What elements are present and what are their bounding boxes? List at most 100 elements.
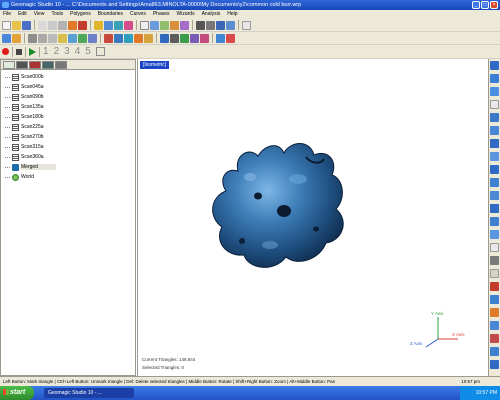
reset-view-icon[interactable] [490, 360, 499, 369]
clip-icon[interactable] [490, 334, 499, 343]
minimize-button[interactable]: _ [472, 1, 480, 9]
view-normal-icon[interactable] [490, 243, 499, 252]
redo-icon[interactable] [48, 33, 57, 43]
menu-boundaries[interactable]: Boundaries [98, 10, 123, 19]
points-icon[interactable] [94, 20, 103, 30]
record-icon[interactable] [2, 48, 9, 55]
fill-holes-icon[interactable] [104, 33, 113, 43]
close-button[interactable]: × [490, 1, 498, 9]
play-icon[interactable] [29, 47, 36, 56]
menu-tools[interactable]: Tools [51, 10, 63, 19]
tree-item-scan135a[interactable]: Scan135a [5, 102, 135, 112]
tab-display[interactable] [16, 61, 28, 69]
view-cube2-icon[interactable] [490, 165, 499, 174]
decimate-icon[interactable] [134, 33, 143, 43]
tree-item-scan270b[interactable]: Scan270b [5, 132, 135, 142]
zoom-icon[interactable] [140, 20, 149, 30]
delete-icon[interactable] [28, 33, 37, 43]
menu-curves[interactable]: Curves [130, 10, 146, 19]
rotate-icon[interactable] [150, 20, 159, 30]
view-icon[interactable] [180, 20, 189, 30]
print-icon[interactable] [206, 20, 215, 30]
macro-slot-1[interactable]: 1 [43, 46, 49, 57]
tree-item-merged[interactable]: Merged [5, 162, 135, 172]
view-bottom-icon[interactable] [490, 100, 499, 109]
view-cube-icon[interactable] [490, 152, 499, 161]
save-icon[interactable] [22, 20, 31, 30]
curvature-icon[interactable] [190, 33, 199, 43]
wireframe-icon[interactable] [170, 33, 179, 43]
view-top-icon[interactable] [490, 87, 499, 96]
tree-item-scan000b[interactable]: Scan000b [5, 72, 135, 82]
tree-item-world[interactable]: World [5, 172, 135, 182]
tab-view[interactable] [42, 61, 54, 69]
view-cube4-icon[interactable] [490, 191, 499, 200]
window-icon[interactable] [226, 20, 235, 30]
menu-polygons[interactable]: Polygons [70, 10, 91, 19]
macro-slot-4[interactable]: 4 [75, 46, 81, 57]
menu-help[interactable]: Help [227, 10, 237, 19]
tree-item-scan225a[interactable]: Scan225a [5, 122, 135, 132]
lasso-tool-icon[interactable] [78, 20, 87, 30]
shade-icon[interactable] [490, 295, 499, 304]
menu-analysis[interactable]: Analysis [202, 10, 221, 19]
pan-icon[interactable] [160, 20, 169, 30]
open-folder-icon[interactable] [12, 20, 21, 30]
view-back-icon[interactable] [490, 74, 499, 83]
menu-file[interactable]: File [3, 10, 11, 19]
undo-icon[interactable] [38, 33, 47, 43]
stop-icon[interactable] [16, 48, 22, 55]
help-icon[interactable] [242, 20, 251, 30]
paste-icon[interactable] [58, 20, 67, 30]
deviation-icon[interactable] [200, 33, 209, 43]
lighting-icon[interactable] [2, 33, 11, 43]
view-right-icon[interactable] [490, 126, 499, 135]
section-icon[interactable] [490, 347, 499, 356]
menu-wizards[interactable]: Wizards [177, 10, 195, 19]
fashion-icon[interactable] [124, 20, 133, 30]
refine-icon[interactable] [144, 33, 153, 43]
view-cube3-icon[interactable] [490, 178, 499, 187]
select-tool-icon[interactable] [68, 20, 77, 30]
cut-icon[interactable] [38, 20, 47, 30]
smooth-icon[interactable] [114, 33, 123, 43]
menu-view[interactable]: View [34, 10, 45, 19]
measure-icon[interactable] [226, 33, 235, 43]
macro-slot-5[interactable]: 5 [85, 46, 91, 57]
fit-view-icon[interactable] [170, 20, 179, 30]
brush-icon[interactable] [490, 282, 499, 291]
start-button[interactable]: start [0, 386, 34, 400]
tab-dialog[interactable] [29, 61, 41, 69]
camera-icon[interactable] [196, 20, 205, 30]
color-icon[interactable] [490, 308, 499, 317]
copy-icon[interactable] [48, 20, 57, 30]
tree-item-scan360a[interactable]: Scan360a [5, 152, 135, 162]
view-cube6-icon[interactable] [490, 217, 499, 226]
view-cube7-icon[interactable] [490, 230, 499, 239]
material-icon[interactable] [12, 33, 21, 43]
graphics-viewport[interactable]: [Isometric] Current Triangles: 148,944 S… [137, 59, 488, 376]
maximize-button[interactable]: □ [481, 1, 489, 9]
menu-edit[interactable]: Edit [18, 10, 27, 19]
view-iso-icon[interactable] [490, 139, 499, 148]
menu-phases[interactable]: Phases [153, 10, 170, 19]
macro-slot-2[interactable]: 2 [54, 46, 60, 57]
mesh-icon[interactable] [104, 20, 113, 30]
tree-item-scan090b[interactable]: Scan090b [5, 92, 135, 102]
pointer-icon[interactable] [490, 256, 499, 265]
macro-box-icon[interactable] [95, 47, 105, 56]
relax-icon[interactable] [124, 33, 133, 43]
tree-item-scan315a[interactable]: Scan315a [5, 142, 135, 152]
screen-icon[interactable] [216, 20, 225, 30]
shaded-icon[interactable] [160, 33, 169, 43]
view-front-icon[interactable] [490, 61, 499, 70]
taskbar-app-button[interactable]: Geomagic Studio 10 - ... [44, 388, 134, 398]
macro-slot-3[interactable]: 3 [64, 46, 70, 57]
tree-item-scan180b[interactable]: Scan180b [5, 112, 135, 122]
align-icon[interactable] [216, 33, 225, 43]
box-select-icon[interactable] [68, 33, 77, 43]
mesh-display-icon[interactable] [490, 321, 499, 330]
tab-model-manager[interactable] [3, 61, 15, 69]
new-file-icon[interactable] [2, 20, 11, 30]
view-cube5-icon[interactable] [490, 204, 499, 213]
